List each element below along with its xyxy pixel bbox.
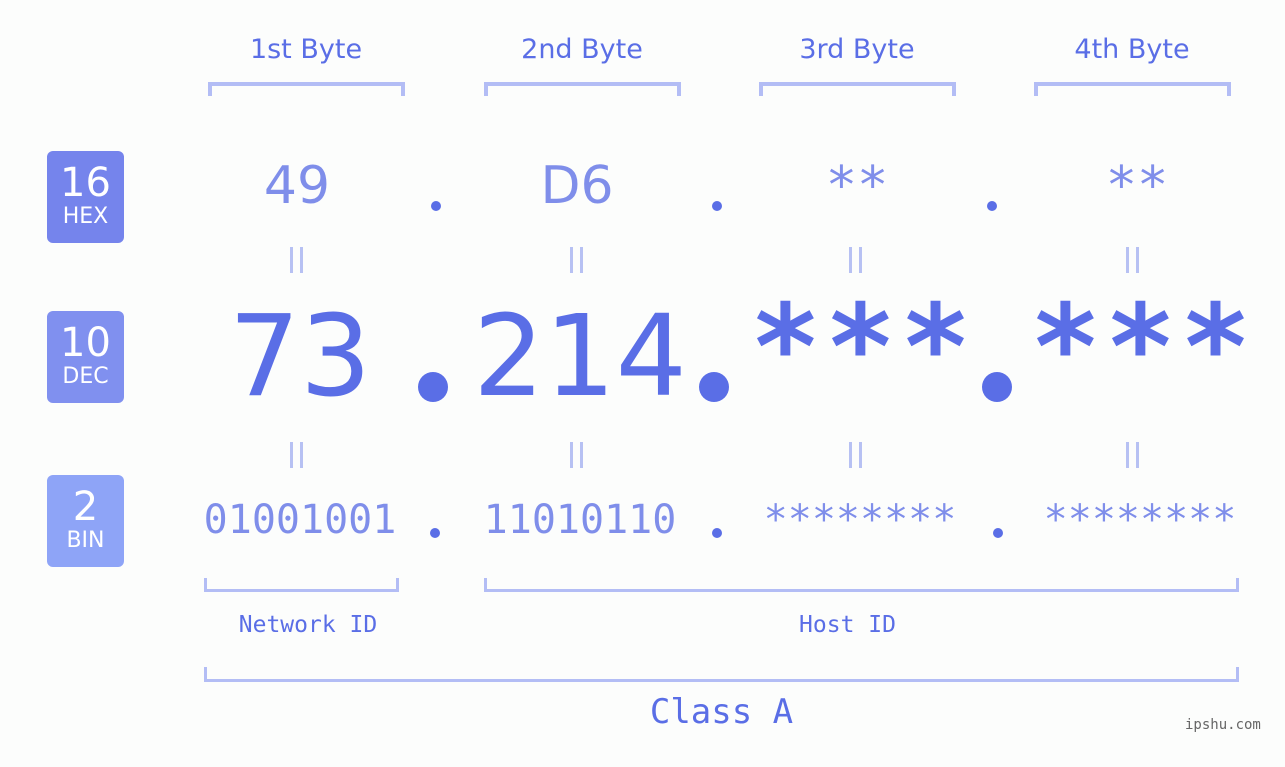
byte-bracket-4 <box>1034 82 1231 96</box>
host-id-label: Host ID <box>799 612 896 638</box>
dec-separator-dot <box>982 372 1012 402</box>
host-id-bracket <box>484 578 1239 592</box>
network-id-label: Network ID <box>238 612 378 638</box>
dec-byte-1: 73 <box>228 292 372 422</box>
byte-bracket-2 <box>484 82 681 96</box>
equals-icon <box>849 442 862 472</box>
byte-header-1: 1st Byte <box>249 34 363 65</box>
equals-icon <box>1126 247 1139 277</box>
bin-byte-2: 11010110 <box>483 497 677 543</box>
hex-byte-3: ** <box>825 156 889 216</box>
bin-separator-dot <box>712 528 722 538</box>
hex-byte-2: D6 <box>540 156 614 216</box>
equals-icon <box>1126 442 1139 472</box>
dec-separator-dot <box>699 372 729 402</box>
bin-separator-dot <box>993 528 1003 538</box>
network-id-bracket <box>204 578 399 592</box>
bin-separator-dot <box>430 528 440 538</box>
bin-badge-base: 2 <box>72 484 99 530</box>
hex-separator-dot <box>987 201 997 211</box>
equals-icon <box>290 442 303 472</box>
dec-byte-3: *** <box>750 278 976 416</box>
dec-byte-4: *** <box>1030 278 1256 416</box>
watermark: ipshu.com <box>1185 717 1261 733</box>
bin-byte-1: 01001001 <box>203 497 397 543</box>
byte-bracket-3 <box>759 82 956 96</box>
hex-separator-dot <box>431 201 441 211</box>
hex-byte-4: ** <box>1105 156 1169 216</box>
ip-class-label: Class A <box>649 692 794 732</box>
equals-icon <box>570 247 583 277</box>
byte-header-2: 2nd Byte <box>521 34 643 65</box>
equals-icon <box>570 442 583 472</box>
bin-badge-label: BIN <box>66 528 105 553</box>
dec-badge: 10 DEC <box>47 311 124 403</box>
hex-badge: 16 HEX <box>47 151 124 243</box>
byte-bracket-1 <box>208 82 405 96</box>
byte-header-3: 3rd Byte <box>799 34 915 65</box>
bin-byte-4: ******** <box>1043 497 1237 543</box>
byte-header-4: 4th Byte <box>1074 34 1190 65</box>
dec-badge-label: DEC <box>62 364 109 389</box>
bin-badge: 2 BIN <box>47 475 124 567</box>
dec-byte-2: 214 <box>473 292 687 422</box>
dec-separator-dot <box>418 372 448 402</box>
hex-separator-dot <box>712 201 722 211</box>
class-bracket <box>204 667 1239 682</box>
hex-byte-1: 49 <box>263 156 331 216</box>
hex-badge-label: HEX <box>62 204 109 229</box>
hex-badge-base: 16 <box>60 160 111 206</box>
equals-icon <box>290 247 303 277</box>
equals-icon <box>849 247 862 277</box>
bin-byte-3: ******** <box>763 497 957 543</box>
dec-badge-base: 10 <box>60 320 111 366</box>
